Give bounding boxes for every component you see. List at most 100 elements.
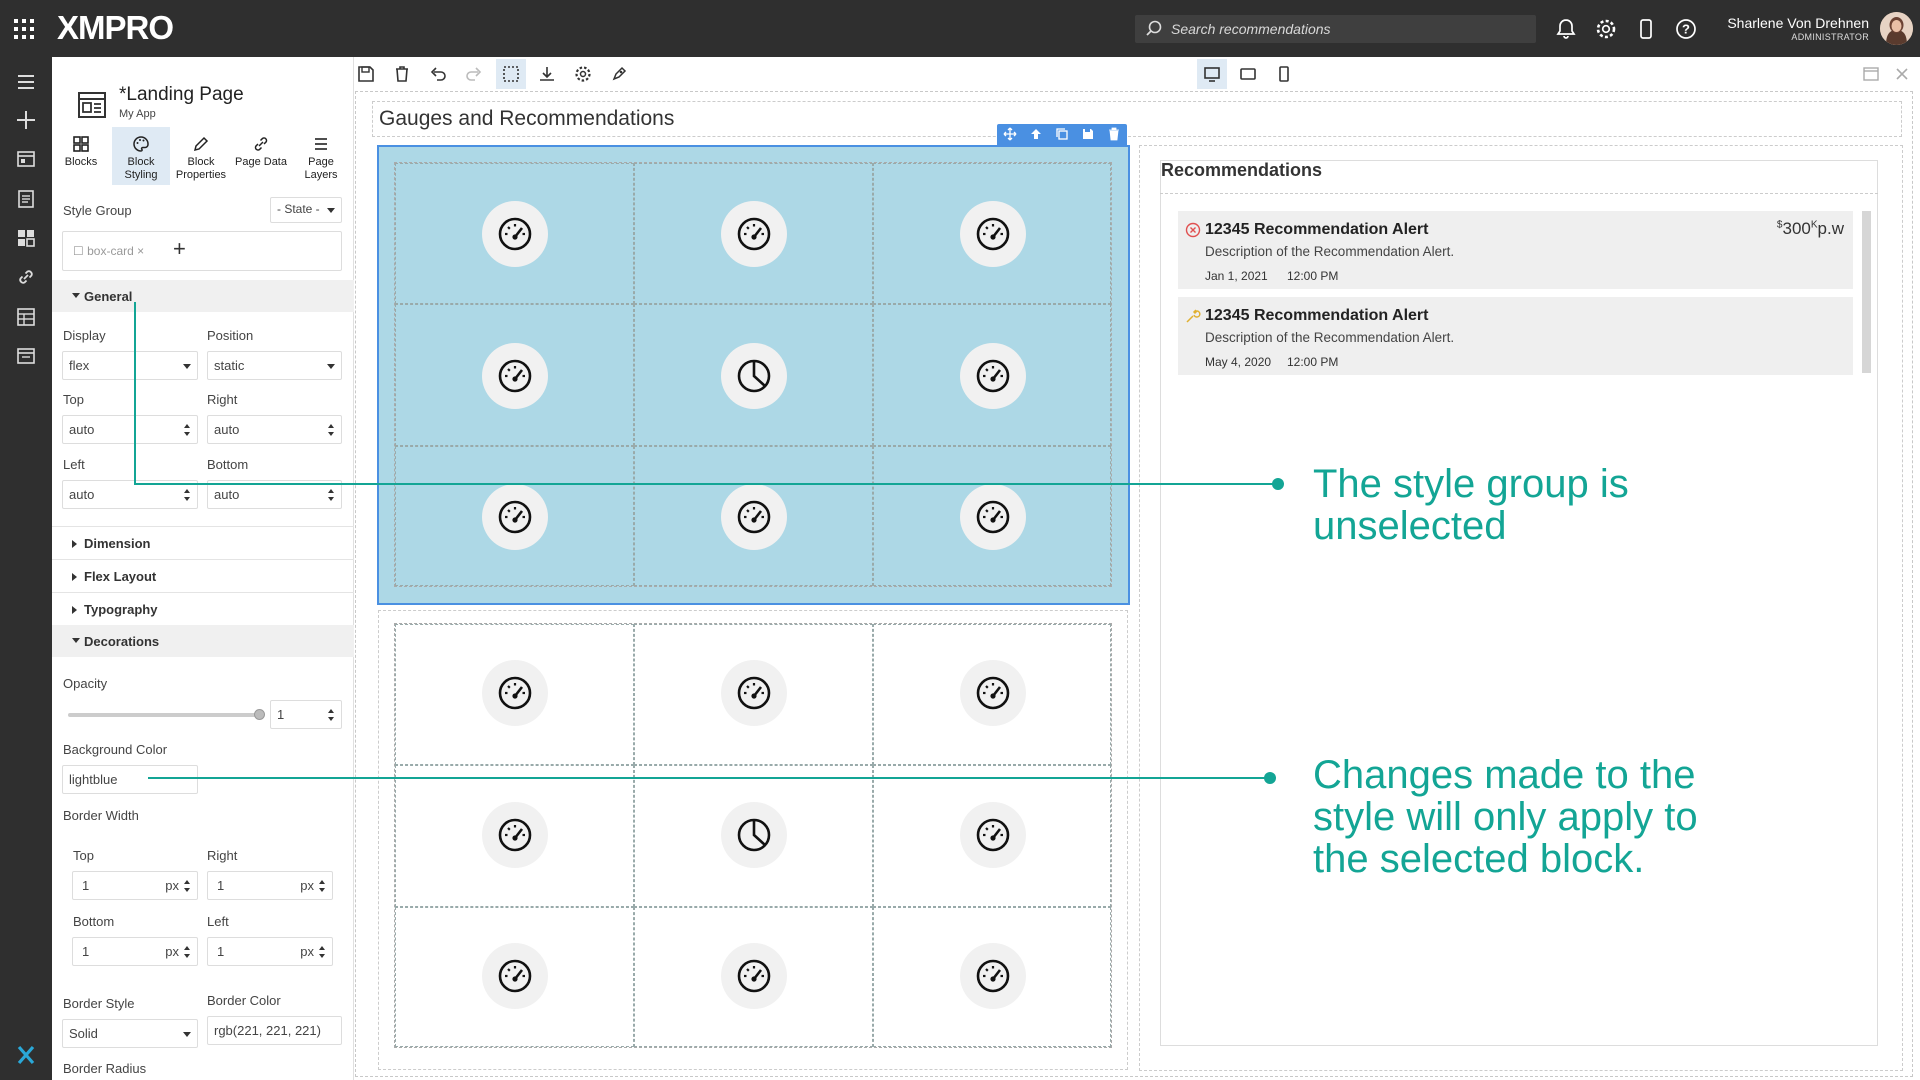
tab-block-styling[interactable]: Block Styling xyxy=(112,127,170,185)
help-icon[interactable]: ? xyxy=(1674,17,1698,41)
gauge-widget[interactable] xyxy=(721,484,787,550)
close-icon[interactable] xyxy=(1892,64,1912,84)
border-color-value: rgb(221, 221, 221) xyxy=(214,1023,321,1038)
opacity-input[interactable]: 1 xyxy=(270,700,342,729)
stepper-icon[interactable] xyxy=(327,487,335,503)
desktop-view-icon[interactable] xyxy=(1202,64,1222,84)
state-select[interactable]: - State - xyxy=(270,197,342,223)
gauge-widget[interactable] xyxy=(721,660,787,726)
tablet-view-icon[interactable] xyxy=(1238,64,1258,84)
tab-block-properties[interactable]: Block Properties xyxy=(172,127,230,185)
border-color-input[interactable]: rgb(221, 221, 221) xyxy=(207,1016,342,1045)
app-grid-icon[interactable] xyxy=(14,19,34,39)
opacity-slider[interactable] xyxy=(68,713,264,717)
settings-icon[interactable] xyxy=(573,64,593,84)
gauge-widget[interactable] xyxy=(482,660,548,726)
download-icon[interactable] xyxy=(537,64,557,84)
redo-icon[interactable] xyxy=(464,64,484,84)
arrow-up-icon[interactable] xyxy=(1029,127,1043,141)
recommendation-card[interactable]: 12345 Recommendation Alert Description o… xyxy=(1178,297,1853,375)
opacity-slider-handle[interactable] xyxy=(254,709,265,720)
hamburger-menu-icon[interactable] xyxy=(13,69,39,95)
gauge-widget[interactable] xyxy=(721,943,787,1009)
xmpro-x-logo-icon[interactable] xyxy=(13,1042,39,1068)
gauge-widget[interactable] xyxy=(482,484,548,550)
tab-page-data[interactable]: Page Data xyxy=(232,127,290,185)
rocket-icon[interactable] xyxy=(609,64,629,84)
stepper-icon[interactable] xyxy=(183,487,191,503)
dashboard-icon[interactable] xyxy=(13,225,39,251)
gauge-widget[interactable] xyxy=(960,802,1026,868)
apps-icon[interactable] xyxy=(13,146,39,172)
select-outline-icon[interactable] xyxy=(501,64,521,84)
style-group-box[interactable]: ☐ box-card × + xyxy=(62,231,342,271)
section-decorations-label: Decorations xyxy=(84,634,160,649)
top-input[interactable]: auto xyxy=(62,415,198,444)
link-icon[interactable] xyxy=(13,264,39,290)
bw-bottom-input[interactable]: 1 px xyxy=(72,937,198,966)
gauge-widget[interactable] xyxy=(482,201,548,267)
pie-chart-widget[interactable] xyxy=(721,802,787,868)
mobile-view-icon[interactable] xyxy=(1274,64,1294,84)
stepper-icon[interactable] xyxy=(183,944,191,960)
gauge-widget[interactable] xyxy=(482,343,548,409)
search-input[interactable] xyxy=(1169,15,1529,43)
gauge-widget[interactable] xyxy=(960,484,1026,550)
tab-page-layers[interactable]: Page Layers xyxy=(292,127,350,185)
bell-icon[interactable] xyxy=(1554,17,1578,41)
copy-icon[interactable] xyxy=(1055,127,1069,141)
section-typography[interactable]: Typography xyxy=(52,593,354,625)
display-select[interactable]: flex xyxy=(62,351,198,380)
section-dimension[interactable]: Dimension xyxy=(52,527,354,559)
background-color-input[interactable]: lightblue xyxy=(62,765,198,794)
border-radius-label: Border Radius xyxy=(63,1061,147,1076)
save-icon[interactable] xyxy=(356,64,376,84)
stepper-icon[interactable] xyxy=(183,878,191,894)
grid-table-icon[interactable] xyxy=(13,304,39,330)
bw-top-input[interactable]: 1 px xyxy=(72,871,198,900)
section-flex-layout[interactable]: Flex Layout xyxy=(52,560,354,592)
recommendations-scrollbar[interactable] xyxy=(1862,211,1871,373)
maximize-icon[interactable] xyxy=(1861,64,1881,84)
document-icon[interactable] xyxy=(13,186,39,212)
gauge-widget[interactable] xyxy=(960,943,1026,1009)
delete-icon[interactable] xyxy=(392,64,412,84)
style-chip[interactable]: ☐ box-card × xyxy=(73,244,144,258)
gear-icon[interactable] xyxy=(1594,17,1618,41)
trash-icon[interactable] xyxy=(1107,127,1121,141)
section-general[interactable]: General xyxy=(52,280,354,312)
canvas-heading[interactable]: Gauges and Recommendations xyxy=(372,101,1902,137)
save-block-icon[interactable] xyxy=(1081,127,1095,141)
stepper-icon[interactable] xyxy=(318,878,326,894)
gauge-widget[interactable] xyxy=(960,201,1026,267)
undo-icon[interactable] xyxy=(428,64,448,84)
bw-right-input[interactable]: 1 px xyxy=(207,871,333,900)
user-name[interactable]: Sharlene Von Drehnen xyxy=(1727,15,1869,31)
recommendation-card[interactable]: 12345 Recommendation Alert Description o… xyxy=(1178,211,1853,289)
gauge-widget[interactable] xyxy=(482,802,548,868)
move-icon[interactable] xyxy=(1003,127,1017,141)
recommendations-icon[interactable] xyxy=(13,343,39,369)
bw-left-input[interactable]: 1 px xyxy=(207,937,333,966)
position-select[interactable]: static xyxy=(207,351,342,380)
pie-chart-widget[interactable] xyxy=(721,343,787,409)
add-style-icon[interactable]: + xyxy=(173,236,186,262)
gauge-icon xyxy=(498,217,532,251)
mobile-device-icon[interactable] xyxy=(1634,17,1658,41)
border-style-select[interactable]: Solid xyxy=(62,1019,198,1048)
gauge-widget[interactable] xyxy=(482,943,548,1009)
stepper-icon[interactable] xyxy=(183,422,191,438)
right-input[interactable]: auto xyxy=(207,415,342,444)
section-decorations[interactable]: Decorations xyxy=(52,625,354,657)
gauge-widget[interactable] xyxy=(960,343,1026,409)
tab-blocks[interactable]: Blocks xyxy=(52,127,110,185)
search-box[interactable] xyxy=(1135,15,1536,43)
gauge-widget[interactable] xyxy=(960,660,1026,726)
add-icon[interactable] xyxy=(13,107,39,133)
avatar[interactable] xyxy=(1880,12,1913,45)
chip-remove-icon[interactable]: × xyxy=(137,244,144,258)
stepper-icon[interactable] xyxy=(327,707,335,723)
stepper-icon[interactable] xyxy=(318,944,326,960)
gauge-widget[interactable] xyxy=(721,201,787,267)
stepper-icon[interactable] xyxy=(327,422,335,438)
